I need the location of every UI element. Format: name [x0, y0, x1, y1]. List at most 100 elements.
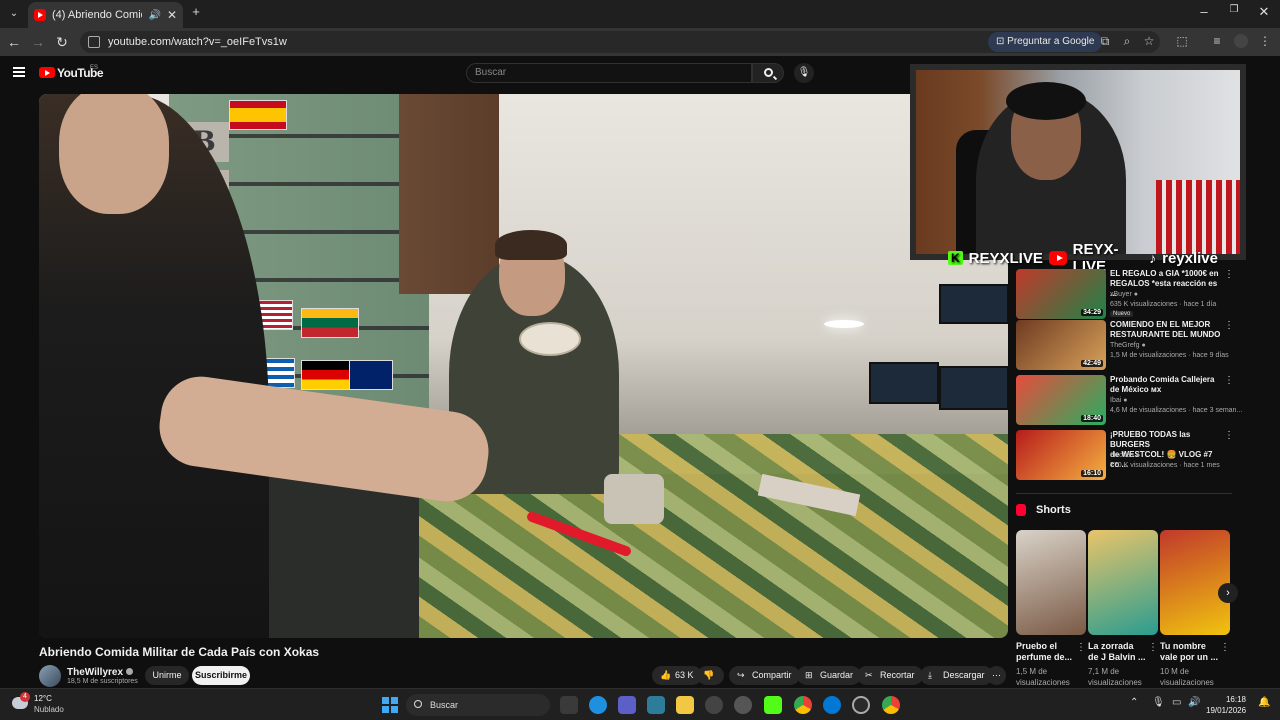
taskbar-search[interactable]: Buscar: [406, 694, 550, 716]
voice-search-icon[interactable]: 🎙: [794, 63, 814, 83]
speaker-icon[interactable]: 🔊: [148, 10, 160, 21]
video-thumbnail[interactable]: 16:10: [1016, 430, 1106, 480]
more-options-icon[interactable]: ⋮: [1224, 320, 1234, 331]
recommended-video[interactable]: 42:49 COMIENDO EN EL MEJOR RESTAURANTE DEL…: [1016, 320, 1234, 370]
channel-name[interactable]: elxokas ●: [1110, 452, 1140, 459]
recommended-video[interactable]: 16:10 ¡PRUEBO TODAS las BURGERS de WESTCOL…: [1016, 430, 1234, 480]
short-thumbnail[interactable]: [1088, 530, 1158, 635]
outlook-icon[interactable]: [823, 696, 841, 714]
kick-app-icon[interactable]: [764, 696, 782, 714]
subscribe-button[interactable]: Suscribirme: [192, 666, 250, 685]
verified-icon: ●: [1141, 342, 1146, 349]
video-thumbnail[interactable]: 34:29: [1016, 269, 1106, 319]
install-app-icon[interactable]: ⧉: [1098, 34, 1112, 48]
channel-name[interactable]: xBuyer ●: [1110, 291, 1138, 298]
system-clock[interactable]: 16:18 19/01/2026: [1206, 694, 1246, 716]
scene-shelf: [399, 94, 499, 294]
close-window-button[interactable]: ✕: [1254, 4, 1274, 20]
back-button[interactable]: ←: [4, 32, 24, 52]
more-actions-button[interactable]: ⋯: [987, 666, 1006, 685]
chrome-icon[interactable]: [794, 696, 812, 714]
file-explorer-icon[interactable]: [676, 696, 694, 714]
like-button[interactable]: 👍 63 K: [652, 666, 702, 685]
video-meta: 770 K visualizaciones · hace 1 mes: [1110, 462, 1220, 469]
close-tab-icon[interactable]: ✕: [167, 8, 177, 22]
streamer-facecam: [910, 64, 1246, 260]
short-thumbnail[interactable]: [1016, 530, 1086, 635]
restore-button[interactable]: ❐: [1224, 4, 1244, 15]
more-options-icon[interactable]: ⋮: [1076, 642, 1086, 653]
tab-title: (4) Abriendo Comida Milita: [52, 9, 142, 21]
short-title[interactable]: Pruebo el perfume de...: [1016, 641, 1080, 663]
clock-date: 19/01/2026: [1206, 706, 1247, 715]
reload-button[interactable]: ↻: [52, 32, 72, 52]
more-options-icon[interactable]: ⋮: [1224, 375, 1234, 386]
browser-menu-icon[interactable]: ⋮: [1258, 34, 1272, 48]
more-options-icon[interactable]: ⋮: [1148, 642, 1158, 653]
shorts-next-button[interactable]: ›: [1218, 583, 1238, 603]
settings-app-icon[interactable]: [734, 696, 752, 714]
dislike-button[interactable]: 👎: [697, 666, 724, 685]
show-hidden-icons[interactable]: ⌃: [1130, 697, 1138, 708]
forward-button[interactable]: →: [28, 32, 48, 52]
ask-google-label: Preguntar a Google: [1007, 36, 1095, 47]
video-title[interactable]: COMIENDO EN EL MEJOR RESTAURANTE DEL MUND…: [1110, 320, 1222, 340]
weather-condition[interactable]: Nublado: [34, 705, 64, 714]
edge-icon[interactable]: [589, 696, 607, 714]
notification-bell-icon[interactable]: 🔔: [1258, 697, 1270, 708]
store-icon[interactable]: [647, 696, 665, 714]
new-tab-button[interactable]: +: [186, 4, 206, 19]
ask-google-button[interactable]: ⊡ Preguntar a Google: [988, 32, 1103, 52]
network-icon[interactable]: ▭: [1172, 697, 1181, 708]
channel-name[interactable]: TheGrefg ●: [1110, 342, 1146, 349]
more-options-icon[interactable]: ⋮: [1224, 269, 1234, 280]
more-options-icon[interactable]: ⋮: [1220, 642, 1230, 653]
browser-toolbar: ← → ↻ youtube.com/watch?v=_oeIFeTvs1w ⊡ …: [0, 28, 1280, 56]
more-icon: ⋯: [992, 670, 1001, 680]
short-title[interactable]: Tu nombre vale por un ...: [1160, 641, 1224, 663]
zoom-icon[interactable]: ⌕: [1120, 34, 1134, 48]
channel-name[interactable]: Ibai ●: [1110, 397, 1127, 404]
youtube-logo-icon[interactable]: [39, 67, 55, 78]
channel-avatar[interactable]: [39, 665, 61, 687]
video-title: Abriendo Comida Militar de Cada País con…: [39, 645, 320, 659]
share-button[interactable]: ↪ Compartir: [729, 666, 800, 685]
scene-person-head: [59, 94, 169, 214]
obs-icon[interactable]: [852, 696, 870, 714]
short-title[interactable]: La zorrada de J Balvin ...: [1088, 641, 1152, 663]
recommended-video[interactable]: 34:29 EL REGALO a GIA *1000€ en REGALOS *e…: [1016, 269, 1234, 319]
chrome-icon[interactable]: [882, 696, 900, 714]
start-button[interactable]: [382, 697, 398, 713]
media-control-icon[interactable]: ≡: [1210, 34, 1224, 48]
task-view-icon[interactable]: [560, 696, 578, 714]
channel-name[interactable]: TheWillyrex: [67, 667, 123, 678]
short-thumbnail[interactable]: [1160, 530, 1230, 635]
clock-app-icon[interactable]: [705, 696, 723, 714]
video-title[interactable]: Probando Comida Callejera de México мх: [1110, 375, 1222, 395]
more-options-icon[interactable]: ⋮: [1224, 430, 1234, 441]
video-thumbnail[interactable]: 42:49: [1016, 320, 1106, 370]
weather-temperature[interactable]: 12°C: [34, 694, 52, 703]
microphone-icon[interactable]: 🎙: [1152, 697, 1165, 708]
video-thumbnail[interactable]: 18:40: [1016, 375, 1106, 425]
video-meta: 1,5 M de visualizaciones · hace 9 días: [1110, 352, 1229, 359]
profile-avatar[interactable]: [1234, 34, 1248, 48]
search-input[interactable]: Buscar: [466, 63, 752, 83]
recommended-video[interactable]: 18:40 Probando Comida Callejera de México …: [1016, 375, 1242, 425]
download-button[interactable]: ⤓ Descargar: [920, 666, 993, 685]
teams-icon[interactable]: [618, 696, 636, 714]
bookmark-star-icon[interactable]: ☆: [1142, 34, 1156, 48]
site-info-icon[interactable]: [88, 36, 100, 48]
join-button[interactable]: Unirme: [145, 666, 189, 685]
extensions-icon[interactable]: ⬚: [1175, 34, 1189, 48]
tab-search-icon[interactable]: ⌄: [4, 4, 24, 24]
save-button[interactable]: ⊞ Guardar: [797, 666, 862, 685]
clip-button[interactable]: ✂ Recortar: [857, 666, 923, 685]
volume-icon[interactable]: 🔊: [1188, 697, 1200, 708]
browser-tab[interactable]: (4) Abriendo Comida Milita 🔊 ✕: [28, 2, 183, 28]
search-button[interactable]: [752, 63, 784, 83]
guide-menu-icon[interactable]: [13, 67, 25, 77]
minimize-button[interactable]: –: [1194, 4, 1214, 19]
channel-name-row[interactable]: TheWillyrex: [67, 667, 134, 678]
video-player[interactable]: B C D E F: [39, 94, 1008, 638]
